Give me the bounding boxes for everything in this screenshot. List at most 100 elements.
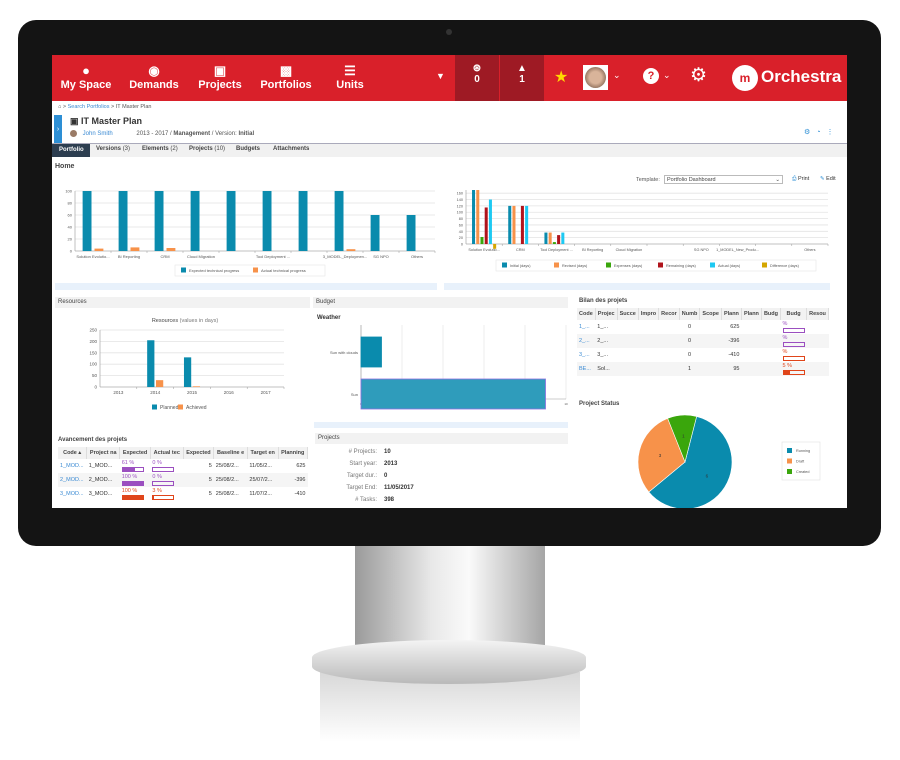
column-header[interactable]: Resou <box>806 308 829 320</box>
user-avatar[interactable] <box>583 65 608 90</box>
y-tick-label: 100 <box>65 189 72 194</box>
column-header[interactable]: Budg <box>780 308 808 320</box>
project-code-link[interactable]: 3_... <box>577 348 595 362</box>
baseline-end: 25/08/2... <box>215 463 239 469</box>
stat-label: # Projects: <box>348 449 377 455</box>
chart-icon[interactable]: ◔ <box>816 129 826 136</box>
y-tick-label: 150 <box>89 350 97 355</box>
nav-demands[interactable]: ◉ Demands <box>124 63 184 91</box>
bar-achieved <box>192 386 201 387</box>
column-header[interactable]: Impro <box>638 308 660 320</box>
number: 0 <box>679 334 700 348</box>
column-header[interactable]: Code <box>577 308 596 320</box>
column-header[interactable]: Expected <box>183 447 215 459</box>
owner-link[interactable]: John Smith <box>83 131 113 137</box>
project-code-link[interactable]: BE... <box>577 362 596 376</box>
column-header[interactable]: Scope <box>699 308 722 320</box>
bar-revised-days- <box>512 205 516 244</box>
column-header[interactable]: Planning <box>278 447 308 459</box>
stat-value: 0 <box>384 473 388 479</box>
project-code-link[interactable]: 3_MOD... <box>58 487 87 501</box>
planning-delta: 625 <box>730 324 740 330</box>
stat-label: Target dur.: <box>346 473 377 479</box>
rss-button[interactable]: ⊛ 0 <box>455 55 499 101</box>
breadcrumb-search-portfolios[interactable]: Search Portfolios <box>68 104 110 110</box>
help-chevron-icon[interactable]: ⌄ <box>663 70 671 81</box>
tab-budgets[interactable]: Budgets <box>236 146 260 152</box>
column-header[interactable]: Project na <box>86 447 121 459</box>
template-select[interactable]: Portfolio Dashboard ⌄ <box>664 175 783 184</box>
weather-chart: 0246810Sun with cloudsSun <box>330 325 568 410</box>
home-icon[interactable]: ⌂ <box>58 104 61 110</box>
avancement-table-wrapper: Code ▴ Project na Expected Actual tec Expect… <box>58 447 308 508</box>
legend-swatch <box>710 262 715 268</box>
avancement-title: Avancement des projets <box>58 437 128 443</box>
breadcrumb: ⌂ > Search Portfolios > IT Master Plan <box>58 104 152 110</box>
chart-title: Resources (values in days) <box>152 318 219 324</box>
tab-projects[interactable]: Projects (10) <box>189 146 225 152</box>
stat-value: 11/05/2017 <box>384 485 414 491</box>
bell-icon: ▲ <box>517 63 527 74</box>
bar-actual-days- <box>525 205 529 244</box>
planning <box>741 362 762 376</box>
more-vertical-icon[interactable]: ⋮ <box>827 129 840 136</box>
legend-label: Initial (days) <box>510 264 531 268</box>
planning <box>741 334 762 348</box>
nav-units[interactable]: ☰ Units <box>330 63 370 91</box>
column-header[interactable]: Recor <box>658 308 680 320</box>
table-row[interactable]: BE... Sol... 1 95 5 % <box>577 362 829 376</box>
column-header[interactable]: Plann <box>741 308 762 320</box>
tab-versions[interactable]: Versions (3) <box>96 146 130 152</box>
table-row[interactable]: 1_MOD... 1_MOD... 61 % 0 % 5 25/08/2... 11/05/… <box>58 459 308 473</box>
column-header[interactable]: Projec <box>595 308 618 320</box>
tab-elements[interactable]: Elements (2) <box>142 146 178 152</box>
percent-label: 100 % <box>121 474 138 480</box>
column-header[interactable]: Target en <box>247 447 279 459</box>
bar-actual-technical-progress <box>346 249 356 251</box>
project-code-link[interactable]: 2_MOD... <box>58 473 87 487</box>
project-name: 1_MOD... <box>88 463 113 469</box>
table-row[interactable]: 3_... 3_... 0 -410% <box>577 348 829 362</box>
column-header[interactable]: Budg <box>761 308 782 320</box>
user-menu-chevron-icon[interactable]: ⌄ <box>613 70 621 81</box>
column-header[interactable]: Plann <box>721 308 742 320</box>
column-header[interactable]: Code ▴ <box>58 447 88 459</box>
legend-label: Expenses (days) <box>614 264 643 268</box>
project-code-link[interactable]: 1_MOD... <box>58 459 87 473</box>
favorites-star-icon[interactable]: ★ <box>554 67 568 87</box>
nav-portfolios[interactable]: ▩ Portfolios <box>258 63 314 91</box>
help-icon[interactable]: ? <box>643 68 659 84</box>
project-code-link[interactable]: 1_... <box>577 320 595 334</box>
x-tick-label: 1_MODEL_New_Produ... <box>716 248 759 252</box>
nav-more-caret-icon[interactable]: ▼ <box>436 71 445 81</box>
table-row[interactable]: 2_MOD... 2_MOD... 100 % 0 % 5 25/08/2... 25/07… <box>58 473 308 487</box>
bar-expected-technical-progress <box>406 215 416 251</box>
bar-expected-technical-progress <box>154 191 164 251</box>
expected-progress: 100 % <box>119 473 151 487</box>
table-row[interactable]: 3_MOD... 3_MOD... 100 % 3 % 5 25/08/2... 11/07… <box>58 487 308 501</box>
legend-swatch <box>787 458 792 464</box>
column-header[interactable]: Actual tec <box>150 447 184 459</box>
edit-button[interactable]: ✎ Edit <box>820 176 836 182</box>
config-icon[interactable]: ⚙ <box>804 129 816 136</box>
expand-sidebar-button[interactable]: › <box>54 115 62 144</box>
project-code-link[interactable]: 2_... <box>577 334 596 348</box>
resources <box>807 348 829 362</box>
table-row[interactable]: 1_... 1_... 0 625% <box>577 320 829 334</box>
tab-attachments[interactable]: Attachments <box>273 146 309 152</box>
settings-gear-icon[interactable]: ⚙ <box>690 64 707 87</box>
nav-my-space[interactable]: ● My Space <box>58 63 114 91</box>
select-chevron-icon: ⌄ <box>775 177 780 183</box>
notifications-button[interactable]: ▲ 1 <box>500 55 544 101</box>
table-row[interactable]: 2_... 2_... 0 -396% <box>577 334 829 348</box>
portfolio-icon: ▩ <box>279 63 293 78</box>
bar-revised-days- <box>548 232 552 244</box>
print-button[interactable]: ⎙ Print <box>792 176 809 183</box>
column-header[interactable]: Numb <box>679 308 701 320</box>
nav-projects[interactable]: ▣ Projects <box>194 63 246 91</box>
tab-portfolio[interactable]: Portfolio <box>52 144 90 157</box>
column-header[interactable]: Expected <box>119 447 151 459</box>
column-header[interactable]: Succe <box>617 308 639 320</box>
column-header[interactable]: Baseline e <box>213 447 248 459</box>
bar-remaining-days- <box>484 207 488 244</box>
